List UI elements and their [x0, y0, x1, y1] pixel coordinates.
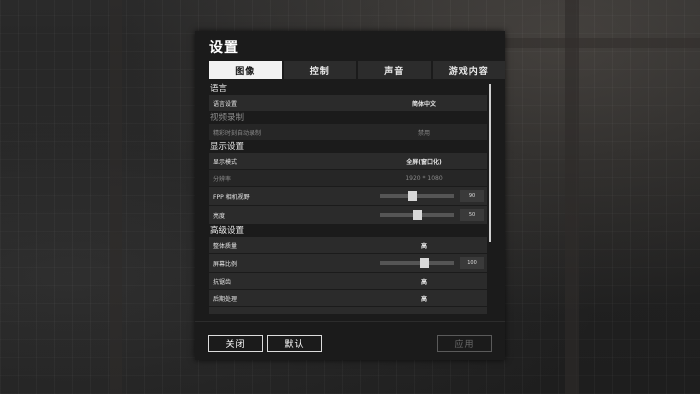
- close-button[interactable]: 关闭: [208, 335, 263, 352]
- apply-button[interactable]: 应用: [437, 335, 492, 352]
- dialog-title: 设置: [209, 40, 239, 56]
- row-label: 语言设置: [213, 100, 238, 108]
- row-resolution: 分辨率 1920 * 1080: [209, 170, 487, 186]
- row-label: 分辨率: [213, 175, 232, 183]
- row-display-mode[interactable]: 显示模式 全屏(窗口化): [209, 153, 487, 169]
- fov-value-box[interactable]: 90: [460, 190, 484, 202]
- row-value[interactable]: 高: [369, 290, 479, 306]
- row-label: 后期处理: [213, 295, 238, 303]
- background-beam: [505, 38, 700, 48]
- section-video-record: 视频录制: [210, 113, 245, 123]
- tab-audio[interactable]: 声音: [358, 61, 431, 79]
- row-label: 屏幕比例: [213, 260, 238, 268]
- row-fpp-fov: FPP 相机视野 90: [209, 187, 487, 205]
- row-label: 抗锯齿: [213, 278, 232, 286]
- default-button[interactable]: 默认: [267, 335, 322, 352]
- slider-knob[interactable]: [413, 210, 422, 220]
- settings-dialog: 设置 图像 控制 声音 游戏内容 语言 语言设置 简体中文 视频录制 精彩时刻自…: [195, 31, 505, 360]
- row-next-partial: [209, 307, 487, 314]
- section-language: 语言: [210, 84, 228, 94]
- tab-controls[interactable]: 控制: [283, 61, 356, 79]
- brightness-slider[interactable]: [380, 210, 454, 220]
- row-value[interactable]: 高: [369, 237, 479, 253]
- row-value[interactable]: 高: [369, 273, 479, 289]
- row-value: 禁用: [417, 129, 430, 137]
- slider-knob[interactable]: [420, 258, 430, 268]
- row-highlight-record: 精彩时刻自动录制 禁用: [209, 124, 487, 140]
- section-advanced: 高级设置: [210, 226, 245, 236]
- section-display: 显示设置: [210, 142, 245, 152]
- slider-knob[interactable]: [407, 191, 417, 201]
- row-value[interactable]: 简体中文: [369, 95, 479, 111]
- tab-graphics[interactable]: 图像: [209, 61, 282, 79]
- row-label: 精彩时刻自动录制: [213, 129, 262, 137]
- row-label: FPP 相机视野: [213, 193, 250, 201]
- fov-slider[interactable]: [380, 191, 454, 201]
- row-label: 亮度: [213, 212, 226, 220]
- row-label: 整体质量: [213, 242, 238, 250]
- brightness-value-box[interactable]: 50: [460, 209, 484, 221]
- row-language[interactable]: 语言设置 简体中文: [209, 95, 487, 111]
- row-value: 1920 * 1080: [405, 174, 443, 182]
- row-anti-aliasing[interactable]: 抗锯齿 高: [209, 273, 487, 289]
- row-value[interactable]: 全屏(窗口化): [369, 153, 479, 169]
- row-brightness: 亮度 50: [209, 206, 487, 224]
- settings-scrollbar[interactable]: [489, 84, 491, 242]
- screen-scale-value-box[interactable]: 100: [460, 257, 484, 269]
- row-label: 显示模式: [213, 158, 238, 166]
- tab-gameplay[interactable]: 游戏内容: [432, 61, 505, 79]
- row-post-processing[interactable]: 后期处理 高: [209, 290, 487, 306]
- background-post-right: [565, 0, 579, 394]
- background-post-left: [110, 0, 122, 394]
- row-screen-scale: 屏幕比例 100: [209, 254, 487, 272]
- screen-scale-slider[interactable]: [380, 258, 454, 268]
- row-overall-quality[interactable]: 整体质量 高: [209, 237, 487, 253]
- footer-divider: [195, 321, 505, 322]
- settings-list: 语言 语言设置 简体中文 视频录制 精彩时刻自动录制 禁用 显示设置 显示模式 …: [209, 82, 487, 314]
- settings-tabs: 图像 控制 声音 游戏内容: [209, 61, 505, 79]
